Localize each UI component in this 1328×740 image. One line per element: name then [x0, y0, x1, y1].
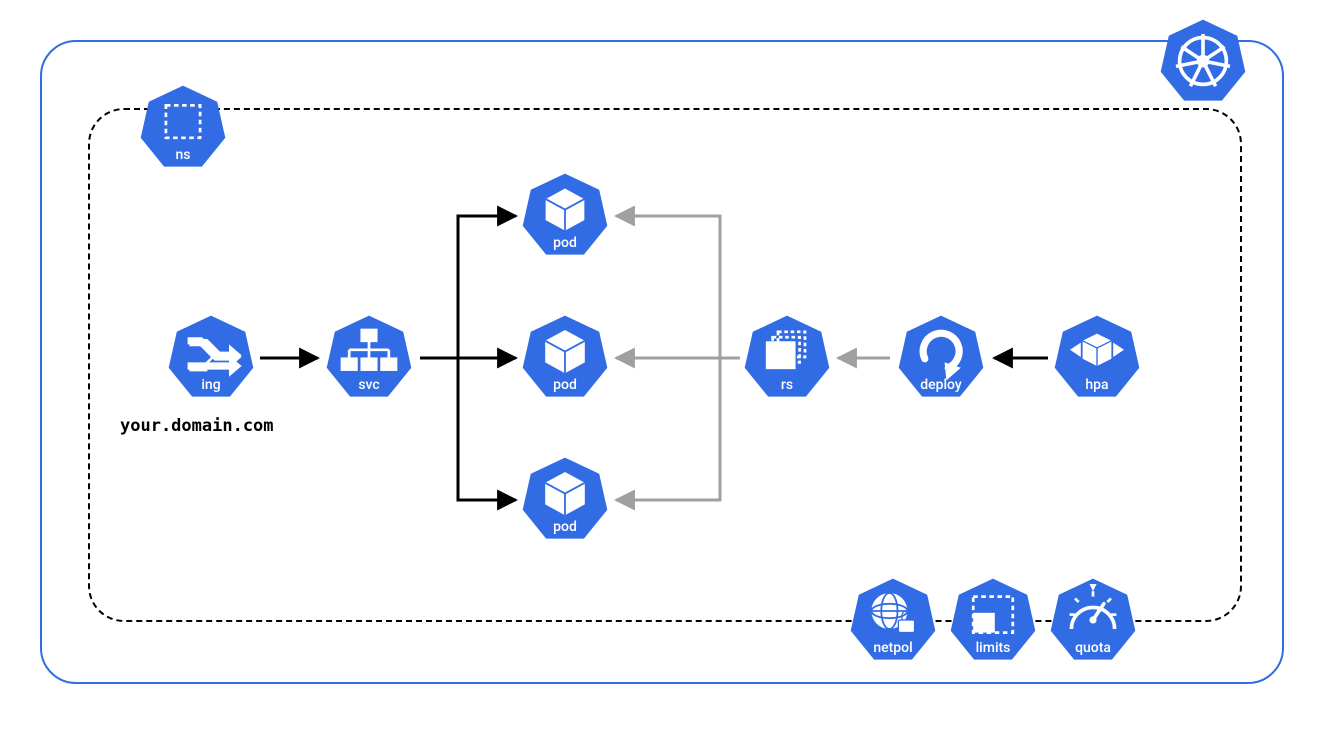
- pod-icon: [520, 170, 610, 260]
- ingress-domain-caption: your.domain.com: [120, 416, 274, 436]
- service-icon: [324, 312, 414, 402]
- node-limits: limits: [948, 575, 1038, 665]
- node-deploy: deploy: [896, 312, 986, 402]
- node-ns: ns: [138, 82, 228, 172]
- pod-icon: [520, 312, 610, 402]
- node-quota: quota: [1048, 575, 1138, 665]
- resourcequota-icon: [1048, 575, 1138, 665]
- node-pod-2: pod: [520, 312, 610, 402]
- kubernetes-cluster-icon: [1158, 16, 1248, 106]
- pod-icon: [520, 454, 610, 544]
- node-svc: svc: [324, 312, 414, 402]
- networkpolicy-icon: [848, 575, 938, 665]
- node-hpa: hpa: [1052, 312, 1142, 402]
- node-pod-1: pod: [520, 170, 610, 260]
- hpa-icon: [1052, 312, 1142, 402]
- ingress-icon: [166, 312, 256, 402]
- namespace-icon: [138, 82, 228, 172]
- node-ing: ing: [166, 312, 256, 402]
- deployment-icon: [896, 312, 986, 402]
- node-netpol: netpol: [848, 575, 938, 665]
- diagram-canvas: ns ing your.domain.com: [0, 0, 1328, 740]
- node-pod-3: pod: [520, 454, 610, 544]
- limitrange-icon: [948, 575, 1038, 665]
- replicaset-icon: [742, 312, 832, 402]
- node-rs: rs: [742, 312, 832, 402]
